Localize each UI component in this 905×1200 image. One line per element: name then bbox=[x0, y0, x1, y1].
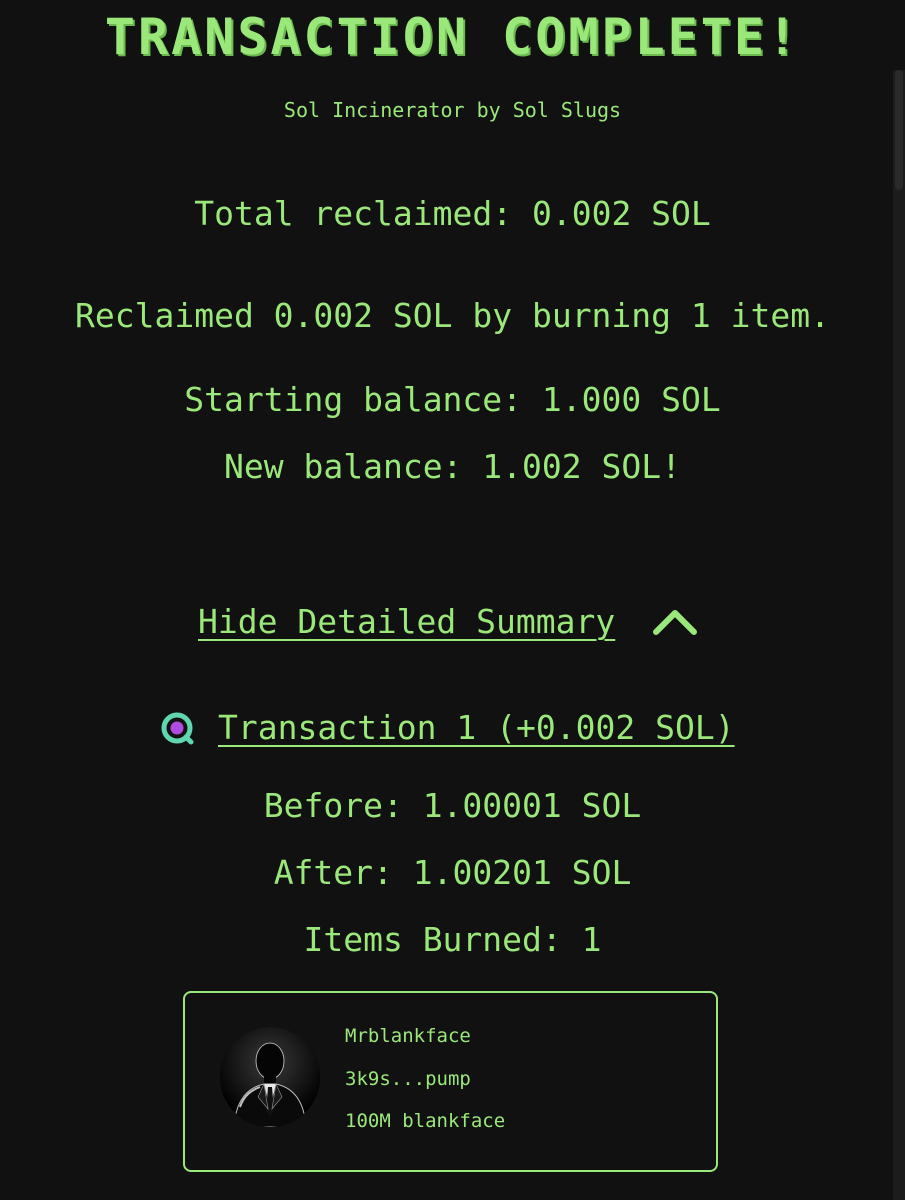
starting-balance: Starting balance: 1.000 SOL bbox=[184, 380, 721, 419]
chevron-up-icon[interactable] bbox=[651, 607, 699, 637]
solana-explorer-icon[interactable] bbox=[160, 711, 194, 745]
transaction-1-label[interactable]: Transaction 1 (+0.002 SOL) bbox=[218, 708, 735, 747]
page-subtitle: Sol Incinerator by Sol Slugs bbox=[283, 98, 622, 122]
suited-silhouette-avatar bbox=[220, 1027, 320, 1127]
scrollbar-thumb[interactable] bbox=[895, 70, 903, 190]
item-name: Mrblankface bbox=[345, 1025, 471, 1047]
burned-item-card: Mrblankface 3k9s...pump 100M blankface bbox=[183, 991, 718, 1172]
transaction-before-balance: Before: 1.00001 SOL bbox=[263, 786, 642, 825]
toggle-detailed-summary-label[interactable]: Hide Detailed Summary bbox=[198, 602, 615, 641]
new-balance: New balance: 1.002 SOL! bbox=[224, 447, 681, 486]
items-burned-count: Items Burned: 1 bbox=[303, 920, 602, 959]
toggle-detailed-summary-button[interactable]: Hide Detailed Summary bbox=[198, 602, 699, 641]
item-amount: 100M blankface bbox=[345, 1110, 506, 1132]
item-mint-address: 3k9s...pump bbox=[345, 1068, 471, 1090]
transaction-after-balance: After: 1.00201 SOL bbox=[273, 853, 632, 892]
transaction-1-link[interactable]: Transaction 1 (+0.002 SOL) bbox=[160, 708, 735, 747]
total-reclaimed: Total reclaimed: 0.002 SOL bbox=[194, 194, 711, 233]
page-title: TRANSACTION COMPLETE! bbox=[104, 8, 801, 66]
scrollbar[interactable] bbox=[893, 70, 905, 1200]
reclaimed-message: Reclaimed 0.002 SOL by burning 1 item. bbox=[75, 296, 830, 335]
